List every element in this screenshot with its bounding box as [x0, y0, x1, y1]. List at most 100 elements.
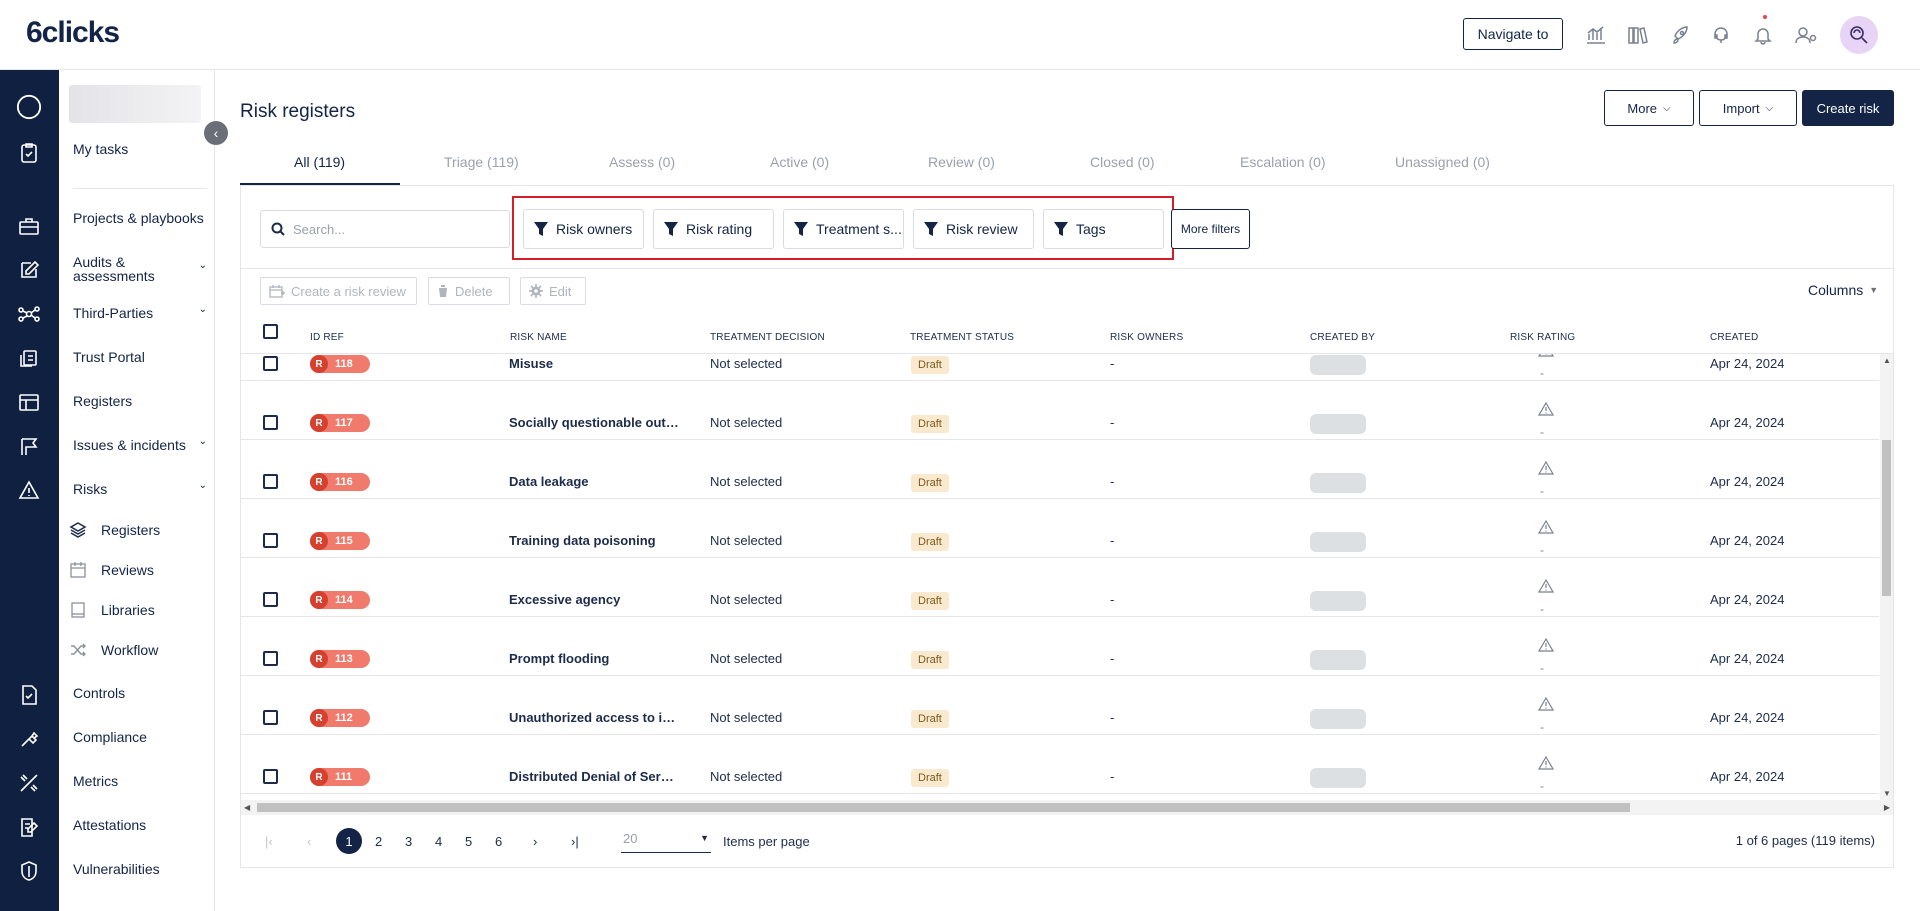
bell-icon[interactable]: [1750, 22, 1776, 48]
sidebar-item-third-parties[interactable]: Third-Parties ⌄: [73, 304, 207, 320]
controls-icon[interactable]: [16, 682, 42, 708]
metrics-icon[interactable]: [16, 770, 42, 796]
page-2[interactable]: 2: [375, 834, 382, 849]
id-badge[interactable]: R 113: [310, 650, 370, 668]
col-id-ref[interactable]: ID REF: [310, 332, 344, 343]
sidebar-item-registers[interactable]: Registers: [73, 394, 207, 408]
filter-risk-review[interactable]: Risk review: [913, 209, 1034, 249]
portal-icon[interactable]: [16, 345, 42, 371]
sidebar-item-attestations[interactable]: Attestations: [73, 818, 207, 832]
sidebar-item-vulnerabilities[interactable]: Vulnerabilities: [73, 862, 207, 876]
tab-assess[interactable]: Assess (0): [609, 154, 675, 170]
sidebar-subitem-registers[interactable]: Registers: [69, 521, 160, 539]
risk-name[interactable]: Data leakage: [509, 474, 679, 489]
network-icon[interactable]: [16, 301, 42, 327]
id-badge[interactable]: R 115: [310, 532, 370, 550]
sidebar-item-controls[interactable]: Controls: [73, 686, 207, 700]
risk-name[interactable]: Excessive agency: [509, 592, 679, 607]
tab-triage[interactable]: Triage (119): [444, 154, 519, 170]
table-row[interactable]: R 113 Prompt flooding Not selected Draft…: [241, 617, 1879, 676]
edit-icon[interactable]: [16, 257, 42, 283]
risk-name[interactable]: Prompt flooding: [509, 651, 679, 666]
collapse-sidebar-button[interactable]: ‹: [204, 121, 228, 145]
sidebar-item-audits[interactable]: Audits & assessments ⌄: [73, 255, 207, 283]
id-badge[interactable]: R 111: [310, 768, 370, 786]
delete-button[interactable]: Delete: [428, 277, 510, 305]
table-row[interactable]: R 115 Training data poisoning Not select…: [241, 499, 1879, 558]
table-row[interactable]: R 111 Distributed Denial of Servic... No…: [241, 735, 1879, 794]
vertical-scroll-thumb[interactable]: [1882, 440, 1891, 596]
risk-name[interactable]: Unauthorized access to infr...: [509, 710, 679, 725]
rail-profile-icon[interactable]: [16, 94, 42, 120]
issues-icon[interactable]: [16, 433, 42, 459]
scroll-up-icon[interactable]: ▲: [1883, 356, 1891, 365]
sidebar-item-compliance[interactable]: Compliance: [73, 730, 207, 744]
page-1[interactable]: 1: [336, 828, 362, 854]
tab-escalation[interactable]: Escalation (0): [1240, 154, 1326, 170]
search-field[interactable]: [260, 210, 510, 248]
table-row[interactable]: R 118 Misuse Not selected Draft - - Apr …: [241, 354, 1879, 381]
more-filters-button[interactable]: More filters: [1171, 209, 1250, 249]
row-checkbox[interactable]: [263, 415, 278, 430]
table-row[interactable]: R 112 Unauthorized access to infr... Not…: [241, 676, 1879, 735]
col-treatment-decision[interactable]: TREATMENT DECISION: [710, 332, 825, 343]
filter-risk-rating[interactable]: Risk rating: [653, 209, 774, 249]
tab-review[interactable]: Review (0): [928, 154, 995, 170]
filter-risk-owners[interactable]: Risk owners: [523, 209, 644, 249]
sidebar-subitem-reviews[interactable]: Reviews: [69, 561, 154, 579]
attestations-icon[interactable]: [16, 814, 42, 840]
analytics-icon[interactable]: [1583, 22, 1609, 48]
shield-icon[interactable]: [16, 858, 42, 884]
filter-tags[interactable]: Tags: [1043, 209, 1164, 249]
user-settings-icon[interactable]: [1793, 22, 1819, 48]
tab-all[interactable]: All (119): [294, 154, 345, 170]
row-checkbox[interactable]: [263, 592, 278, 607]
tab-closed[interactable]: Closed (0): [1090, 154, 1155, 170]
col-created-by[interactable]: CREATED BY: [1310, 332, 1375, 343]
create-risk-review-button[interactable]: Create a risk review: [260, 277, 417, 305]
filter-treatment-status[interactable]: Treatment s...: [783, 209, 904, 249]
tab-active[interactable]: Active (0): [770, 154, 829, 170]
edit-button[interactable]: Edit: [520, 277, 586, 305]
risk-name[interactable]: Socially questionable outco...: [509, 415, 679, 430]
row-checkbox[interactable]: [263, 710, 278, 725]
id-badge[interactable]: R 116: [310, 473, 370, 491]
horizontal-scrollbar[interactable]: ◀ ▶: [241, 800, 1893, 815]
page-5[interactable]: 5: [465, 834, 472, 849]
horizontal-scroll-thumb[interactable]: [257, 803, 1630, 812]
first-page-icon[interactable]: |‹: [265, 834, 273, 849]
page-3[interactable]: 3: [405, 834, 412, 849]
id-badge[interactable]: R 118: [310, 355, 370, 373]
risk-name[interactable]: Distributed Denial of Servic...: [509, 769, 679, 784]
id-badge[interactable]: R 112: [310, 709, 370, 727]
scroll-left-icon[interactable]: ◀: [244, 803, 250, 812]
app-logo[interactable]: 6clicks: [26, 16, 120, 50]
row-checkbox[interactable]: [263, 533, 278, 548]
id-badge[interactable]: R 117: [310, 414, 370, 432]
table-row[interactable]: R 116 Data leakage Not selected Draft - …: [241, 440, 1879, 499]
scroll-right-icon[interactable]: ▶: [1884, 803, 1890, 812]
risk-name[interactable]: Misuse: [509, 356, 679, 371]
registers-icon[interactable]: [16, 389, 42, 415]
col-risk-owners[interactable]: RISK OWNERS: [1110, 332, 1183, 343]
risk-name[interactable]: Training data poisoning: [509, 533, 679, 548]
import-button[interactable]: Import ⌵: [1699, 90, 1797, 126]
vertical-scrollbar[interactable]: ▲ ▼: [1880, 354, 1893, 800]
tasks-icon[interactable]: [16, 140, 42, 166]
sidebar-subitem-libraries[interactable]: Libraries: [69, 601, 155, 619]
compliance-icon[interactable]: [16, 726, 42, 752]
page-4[interactable]: 4: [435, 834, 442, 849]
next-page-icon[interactable]: ›: [533, 834, 537, 849]
id-badge[interactable]: R 114: [310, 591, 370, 609]
col-risk-name[interactable]: RISK NAME: [510, 332, 567, 343]
page-6[interactable]: 6: [495, 834, 502, 849]
more-button[interactable]: More ⌵: [1604, 90, 1694, 126]
library-icon[interactable]: [1625, 22, 1651, 48]
items-per-page-select[interactable]: 20 ▼: [621, 831, 711, 853]
col-created[interactable]: CREATED: [1710, 332, 1758, 343]
sidebar-item-projects[interactable]: Projects & playbooks: [73, 211, 207, 225]
col-treatment-status[interactable]: TREATMENT STATUS: [910, 332, 1014, 343]
table-row[interactable]: R 114 Excessive agency Not selected Draf…: [241, 558, 1879, 617]
create-risk-button[interactable]: Create risk: [1802, 90, 1894, 126]
tab-unassigned[interactable]: Unassigned (0): [1395, 154, 1490, 170]
